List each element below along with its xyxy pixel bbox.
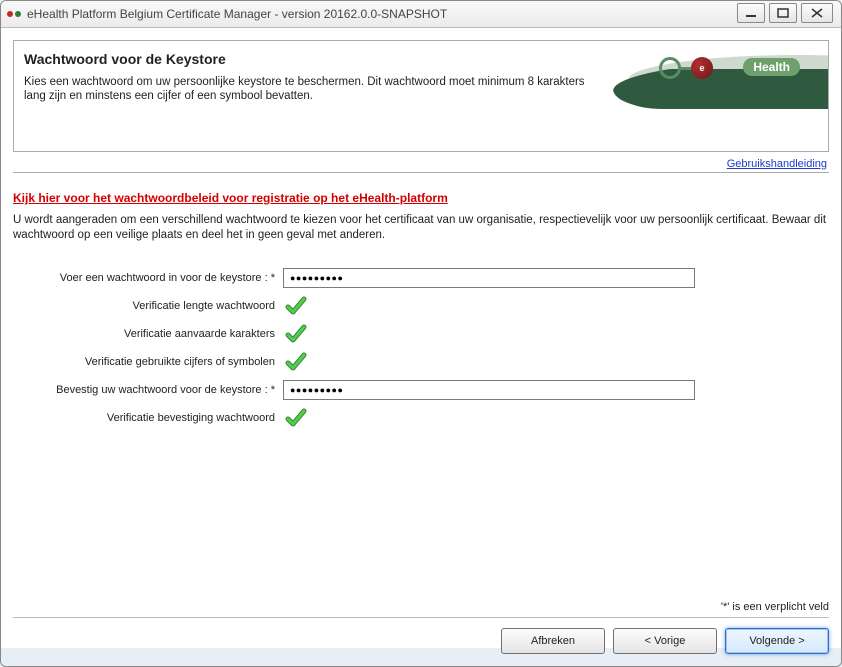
check-icon: [285, 323, 307, 345]
app-icon: [7, 11, 21, 17]
label-verify-confirm: Verificatie bevestiging wachtwoord: [13, 412, 283, 424]
keystore-password-input[interactable]: [283, 268, 695, 288]
content-panel: Kijk hier voor het wachtwoordbeleid voor…: [13, 172, 829, 431]
label-confirm: Bevestig uw wachtwoord voor de keystore …: [13, 384, 283, 396]
check-icon: [285, 351, 307, 373]
minimize-icon: [745, 8, 757, 18]
body: Gebruikshandleiding Kijk hier voor het w…: [13, 158, 829, 431]
row-password: Voer een wachtwoord in voor de keystore …: [13, 265, 829, 291]
app-window: eHealth Platform Belgium Certificate Man…: [0, 0, 842, 667]
footer: '*' is een verplicht veld Afbreken < Vor…: [13, 601, 829, 654]
maximize-button[interactable]: [769, 3, 797, 23]
check-icon: [285, 407, 307, 429]
label-verify-length: Verificatie lengte wachtwoord: [13, 300, 283, 312]
back-button[interactable]: < Vorige: [613, 628, 717, 654]
header-description: Kies een wachtwoord om uw persoonlijke k…: [24, 75, 598, 103]
keystore-confirm-password-input[interactable]: [283, 380, 695, 400]
row-verify-length: Verificatie lengte wachtwoord: [13, 293, 829, 319]
required-field-note: '*' is een verplicht veld: [13, 601, 829, 613]
check-icon: [285, 295, 307, 317]
ehealth-logo: e Health: [613, 45, 828, 109]
row-verify-chars: Verificatie aanvaarde karakters: [13, 321, 829, 347]
label-verify-symbols: Verificatie gebruikte cijfers of symbole…: [13, 356, 283, 368]
policy-text: U wordt aangeraden om een verschillend w…: [13, 213, 829, 243]
logo-badge-text: e: [699, 63, 704, 73]
row-confirm: Bevestig uw wachtwoord voor de keystore …: [13, 377, 829, 403]
close-icon: [811, 8, 823, 18]
footer-separator: [13, 617, 829, 618]
abort-button[interactable]: Afbreken: [501, 628, 605, 654]
window-controls: [737, 3, 833, 23]
titlebar: eHealth Platform Belgium Certificate Man…: [1, 1, 841, 28]
keystore-password-form: Voer een wachtwoord in voor de keystore …: [13, 265, 829, 431]
label-verify-chars: Verificatie aanvaarde karakters: [13, 328, 283, 340]
row-verify-confirm: Verificatie bevestiging wachtwoord: [13, 405, 829, 431]
logo-text: Health: [743, 58, 800, 76]
header-title: Wachtwoord voor de Keystore: [24, 51, 226, 67]
user-guide-link[interactable]: Gebruikshandleiding: [13, 158, 827, 170]
wizard-buttons: Afbreken < Vorige Volgende >: [13, 628, 829, 654]
window-title: eHealth Platform Belgium Certificate Man…: [27, 7, 447, 21]
row-verify-symbols: Verificatie gebruikte cijfers of symbole…: [13, 349, 829, 375]
password-policy-link[interactable]: Kijk hier voor het wachtwoordbeleid voor…: [13, 191, 829, 205]
maximize-icon: [777, 8, 789, 18]
header-panel: Wachtwoord voor de Keystore Kies een wac…: [13, 40, 829, 152]
label-password: Voer een wachtwoord in voor de keystore …: [13, 272, 283, 284]
minimize-button[interactable]: [737, 3, 765, 23]
next-button[interactable]: Volgende >: [725, 628, 829, 654]
close-button[interactable]: [801, 3, 833, 23]
